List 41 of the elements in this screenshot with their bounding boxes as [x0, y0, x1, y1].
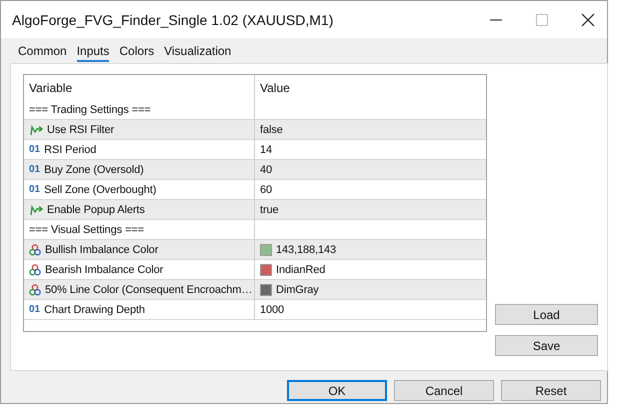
- dialog-button[interactable]: Reset: [501, 380, 601, 401]
- variable-name: RSI Period: [44, 144, 96, 156]
- color-circles-icon: [29, 244, 41, 256]
- arrow-icon: [29, 124, 43, 136]
- color-circles-icon: [29, 284, 41, 296]
- integer-type-icon: 01: [29, 144, 40, 155]
- tab[interactable]: Visualization: [164, 44, 232, 62]
- color-circles-icon: [29, 264, 41, 276]
- integer-type-icon: 01: [29, 304, 40, 315]
- variable-value[interactable]: 14: [260, 144, 272, 156]
- variable-name: 50% Line Color (Consequent Encroachm…: [45, 284, 252, 296]
- dialog-button[interactable]: OK: [287, 380, 387, 401]
- variable-value[interactable]: true: [260, 204, 279, 216]
- variable-value[interactable]: DimGray: [276, 284, 319, 296]
- dialog-button[interactable]: Cancel: [394, 380, 494, 401]
- integer-type-icon: 01: [29, 184, 40, 195]
- variable-value[interactable]: 1000: [260, 304, 284, 316]
- tab[interactable]: Common: [18, 44, 67, 62]
- column-header: Variable: [24, 75, 255, 100]
- variable-name: === Trading Settings ===: [29, 104, 151, 116]
- variable-name: Chart Drawing Depth: [44, 304, 145, 316]
- variable-name: Sell Zone (Overbought): [44, 184, 156, 196]
- save-button[interactable]: Save: [495, 335, 598, 356]
- column-header: Value: [259, 80, 291, 96]
- variable-name: Bullish Imbalance Color: [45, 244, 158, 256]
- variable-value[interactable]: 40: [260, 164, 272, 176]
- integer-type-icon: 01: [29, 164, 40, 175]
- variable-name: Buy Zone (Oversold): [44, 164, 144, 176]
- variable-name: === Visual Settings ===: [29, 224, 144, 236]
- load-button[interactable]: Load: [495, 304, 598, 325]
- variable-name: Bearish Imbalance Color: [45, 264, 164, 276]
- variable-name: Enable Popup Alerts: [47, 204, 145, 216]
- tab[interactable]: Colors: [119, 44, 154, 62]
- arrow-icon: [29, 204, 43, 216]
- variable-value[interactable]: 60: [260, 184, 272, 196]
- variable-value[interactable]: false: [260, 124, 283, 136]
- variable-value[interactable]: 143,188,143: [276, 244, 336, 256]
- close-icon[interactable]: [581, 12, 595, 26]
- variable-value[interactable]: IndianRed: [276, 264, 326, 276]
- window-title: AlgoForge_FVG_Finder_Single 1.02 (XAUUSD,M1): [12, 12, 334, 28]
- variable-name: Use RSI Filter: [47, 124, 114, 136]
